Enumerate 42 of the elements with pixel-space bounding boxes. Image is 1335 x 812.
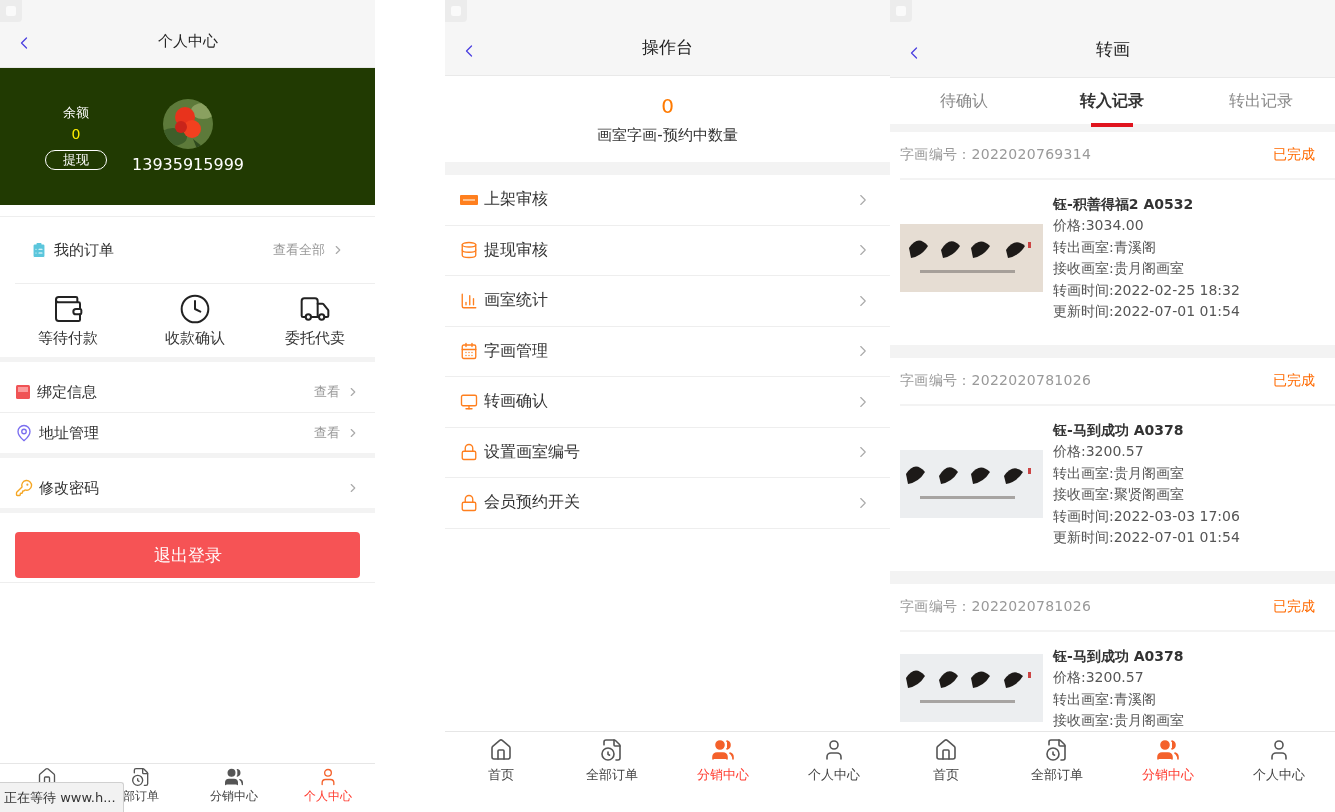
detail-line: 接收画室:贵月阁画室 [1053, 259, 1185, 279]
balance-value: 0 [71, 125, 81, 142]
row-label: 字画管理 [484, 340, 549, 362]
detail-line: 转出画室:青溪阁 [1053, 689, 1157, 709]
detail-line: 转出画室:贵月阁画室 [1053, 463, 1185, 483]
phone-number: 13935915999 [132, 155, 244, 174]
detail-line: 价格:3034.00 [1053, 216, 1145, 235]
page-title: 转画 [1095, 38, 1130, 61]
row-label: 画室统计 [484, 290, 549, 312]
page-title: 个人中心 [157, 32, 218, 52]
row-label: 地址管理 [39, 423, 100, 443]
status-label: 已完成 [1273, 371, 1315, 390]
artwork-code: 字画编号：2022020781026 [900, 597, 1092, 616]
reservation-count: 0 [661, 93, 674, 118]
detail-line: 接收画室:贵月阁画室 [1053, 711, 1184, 731]
artwork-title: 钰-马到成功 A0378 [1053, 646, 1184, 666]
status-label: 已完成 [1273, 597, 1315, 616]
row-label: 修改密码 [39, 478, 100, 498]
page-title: 操作台 [642, 36, 693, 59]
detail-line: 价格:3200.57 [1053, 667, 1145, 687]
detail-line: 转画时间:2022-03-03 17:06 [1053, 506, 1240, 526]
artwork-code: 字画编号：2022020781026 [900, 371, 1092, 390]
artwork-code: 字画编号：2022020769314 [900, 146, 1092, 164]
row-label: 绑定信息 [37, 382, 98, 402]
row-label: 我的订单 [54, 240, 115, 260]
row-label: 提现审核 [484, 239, 549, 261]
detail-line: 转画时间:2022-02-25 18:32 [1053, 280, 1240, 300]
detail-line: 转出画室:青溪阁 [1053, 237, 1157, 257]
detail-line: 更新时间:2022-07-01 01:54 [1053, 302, 1240, 322]
artwork-title: 钰-马到成功 A0378 [1053, 420, 1185, 440]
detail-line: 价格:3200.57 [1053, 441, 1145, 461]
detail-line: 接收画室:聚贤阁画室 [1053, 485, 1185, 505]
status-tooltip: 正在等待 www.h... [0, 782, 124, 812]
balance-label: 余额 [63, 103, 89, 122]
status-label: 已完成 [1273, 146, 1315, 164]
row-label: 设置画室编号 [484, 441, 581, 463]
row-label: 转画确认 [484, 391, 549, 413]
count-label: 画室字画-预约中数量 [597, 125, 738, 145]
row-label: 会员预约开关 [484, 492, 581, 514]
artwork-title: 钰-积善得福2 A0532 [1053, 195, 1195, 214]
detail-line: 更新时间:2022-07-01 01:54 [1053, 528, 1240, 548]
row-label: 上架审核 [484, 189, 549, 211]
